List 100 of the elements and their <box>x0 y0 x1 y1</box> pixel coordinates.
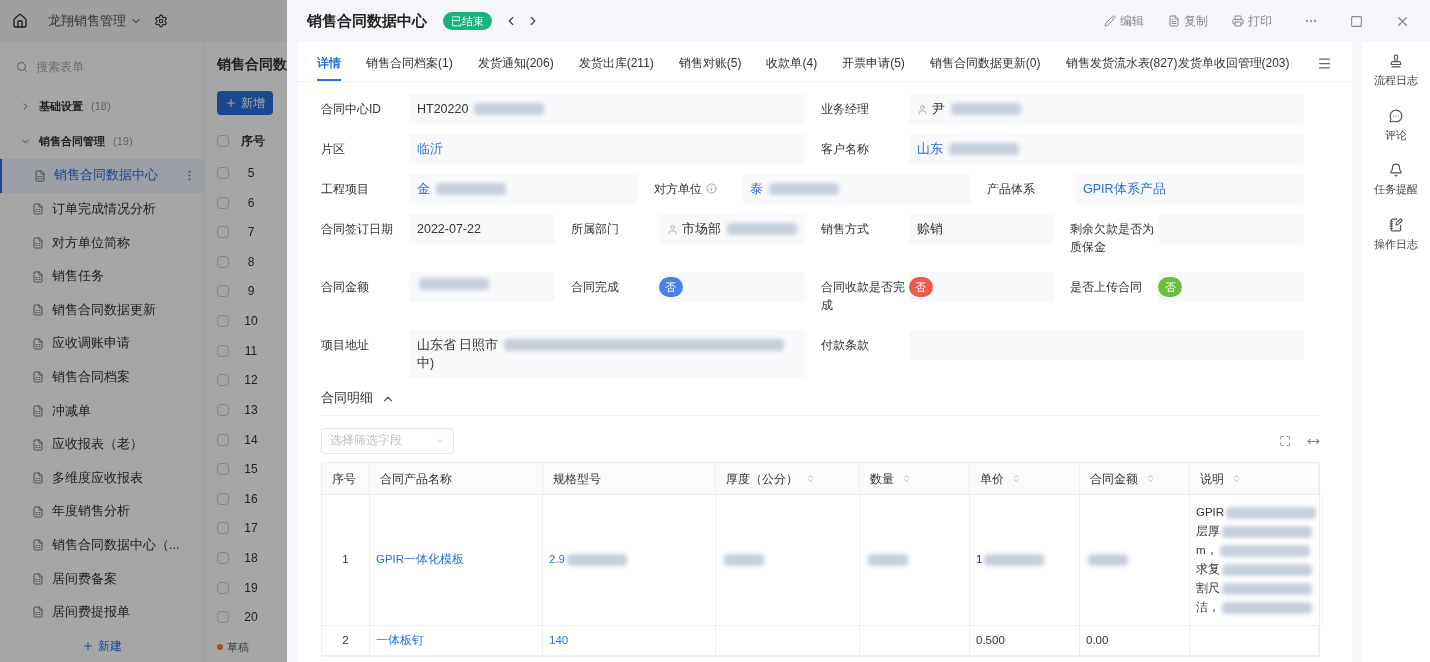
home-icon[interactable] <box>12 13 28 29</box>
group-label[interactable]: 销售合同管理 <box>39 133 105 150</box>
sidebar-item[interactable]: 应收调账申请 <box>0 326 204 361</box>
sort-icon[interactable] <box>1012 474 1021 483</box>
row-number: 10 <box>243 313 259 331</box>
checkbox[interactable] <box>217 134 229 147</box>
tab[interactable]: 销售对账(5) <box>678 47 742 81</box>
settings-icon[interactable] <box>154 14 168 28</box>
add-button[interactable]: 新增 <box>217 91 273 115</box>
row-number: 16 <box>243 490 259 508</box>
checkbox[interactable] <box>217 552 229 565</box>
table-cell: 0.500 <box>970 626 1080 655</box>
rail-button[interactable]: 评论 <box>1385 108 1407 143</box>
sidebar-item[interactable]: 冲减单 <box>0 394 204 428</box>
checkbox[interactable] <box>217 611 229 624</box>
tab[interactable]: 发货单收回管理(203) <box>1177 47 1290 81</box>
sidebar-item[interactable]: 销售合同数据中心（... <box>0 528 204 563</box>
checkbox[interactable] <box>217 226 229 239</box>
sidebar-item[interactable]: 销售合同档案 <box>0 360 204 395</box>
row-number: 5 <box>246 165 256 182</box>
checkbox[interactable] <box>217 492 229 505</box>
form-icon <box>32 203 44 216</box>
row-number: 11 <box>243 342 259 360</box>
row-number: 15 <box>243 461 259 479</box>
form-icon <box>32 404 44 417</box>
field-value: 山东省 日照市 <box>417 337 499 354</box>
status-badge: 否 <box>1158 277 1183 297</box>
tab[interactable]: 详情 <box>317 47 341 81</box>
checkbox[interactable] <box>217 196 229 209</box>
group-count: (19) <box>113 134 133 150</box>
maximize-icon[interactable] <box>1350 14 1363 28</box>
pencil-icon <box>1104 15 1116 27</box>
checkbox[interactable] <box>217 344 229 357</box>
column-header: 单价 <box>970 463 1080 494</box>
field-label: 所属部门 <box>570 221 619 238</box>
field-value[interactable]: 临沂 <box>417 140 443 158</box>
field-label: 项目地址 <box>321 337 369 354</box>
toolbar-button[interactable]: 打印 <box>1232 12 1272 30</box>
field-value[interactable]: 金 <box>417 180 430 198</box>
tab[interactable]: 销售发货流水表(827) <box>1065 47 1178 81</box>
sidebar-item[interactable]: 应收报表（老） <box>0 427 204 462</box>
checkbox[interactable] <box>217 167 229 179</box>
field-label: 剩余欠款是否为质保金 <box>1070 221 1155 256</box>
checkbox[interactable] <box>217 315 229 328</box>
tab[interactable]: 开票申请(5) <box>842 47 905 81</box>
sidebar-item[interactable]: 对方单位简称 <box>0 226 204 260</box>
sidebar-item[interactable]: 年度销售分析 <box>0 494 204 529</box>
field-label: 销售方式 <box>820 221 869 238</box>
tab[interactable]: 收款单(4) <box>766 47 818 81</box>
drawer-title: 销售合同数据中心 <box>307 10 427 31</box>
checkbox[interactable] <box>217 255 229 268</box>
checkbox[interactable] <box>217 522 229 535</box>
search-icon <box>16 61 28 74</box>
status-badge: 已结束 <box>443 12 492 30</box>
toolbar-button[interactable]: 复制 <box>1168 12 1208 30</box>
tab[interactable]: 发货出库(211) <box>578 47 654 81</box>
checkbox[interactable] <box>217 463 229 476</box>
tab[interactable]: 销售合同数据更新(0) <box>929 47 1041 81</box>
bell-icon <box>1389 163 1403 177</box>
page-title: 销售合同数 <box>215 55 287 74</box>
sidebar-item[interactable]: 销售任务 <box>0 259 204 294</box>
tab[interactable]: 发货通知(206) <box>477 47 554 81</box>
field-label: 合同签订日期 <box>321 221 393 238</box>
sidebar-item[interactable]: 订单完成情况分析 <box>0 192 204 227</box>
sort-icon[interactable] <box>806 474 815 483</box>
column-header: 序号 <box>241 132 265 150</box>
fullscreen-icon[interactable] <box>1279 435 1291 447</box>
group-label[interactable]: 基础设置 <box>39 98 83 115</box>
form-icon <box>32 337 44 350</box>
sort-icon[interactable] <box>902 474 911 483</box>
caret-icon <box>435 436 445 446</box>
checkbox[interactable] <box>217 285 229 298</box>
checkbox[interactable] <box>217 374 229 387</box>
sidebar-item[interactable]: 多维度应收报表 <box>0 461 204 495</box>
field-label: 工程项目 <box>321 181 369 198</box>
new-form-button[interactable]: 新建 <box>0 629 204 662</box>
sidebar-item[interactable]: 销售合同数据更新 <box>0 293 204 327</box>
status-badge: 否 <box>658 277 683 297</box>
field-value[interactable]: 山东 <box>916 140 943 158</box>
tab[interactable]: 销售合同档案(1) <box>366 47 453 81</box>
toolbar-button[interactable]: 编辑 <box>1104 12 1144 30</box>
app-title: 龙翔销售管理 <box>48 12 126 31</box>
field-value[interactable]: 泰 <box>750 180 763 198</box>
rail-button[interactable]: 流程日志 <box>1374 54 1418 89</box>
table-cell: 140 <box>543 626 716 655</box>
rail-button[interactable]: 任务提醒 <box>1374 163 1418 198</box>
row-number: 13 <box>243 402 259 419</box>
checkbox[interactable] <box>217 433 229 446</box>
checkbox[interactable] <box>217 404 229 416</box>
sidebar-item[interactable]: 销售合同数据中心 <box>0 158 204 193</box>
sidebar-item[interactable]: 居间费提报单 <box>0 595 204 630</box>
sort-icon[interactable] <box>1232 474 1241 483</box>
rail-button[interactable]: 操作日志 <box>1374 217 1418 252</box>
sort-icon[interactable] <box>1146 474 1155 483</box>
menu-icon[interactable] <box>1317 56 1332 71</box>
field-value: 市场部 <box>681 221 721 238</box>
printer-icon <box>1232 15 1244 27</box>
field-label: 付款条款 <box>820 337 869 354</box>
checkbox[interactable] <box>217 581 229 594</box>
sidebar-item[interactable]: 居间费备案 <box>0 562 204 596</box>
